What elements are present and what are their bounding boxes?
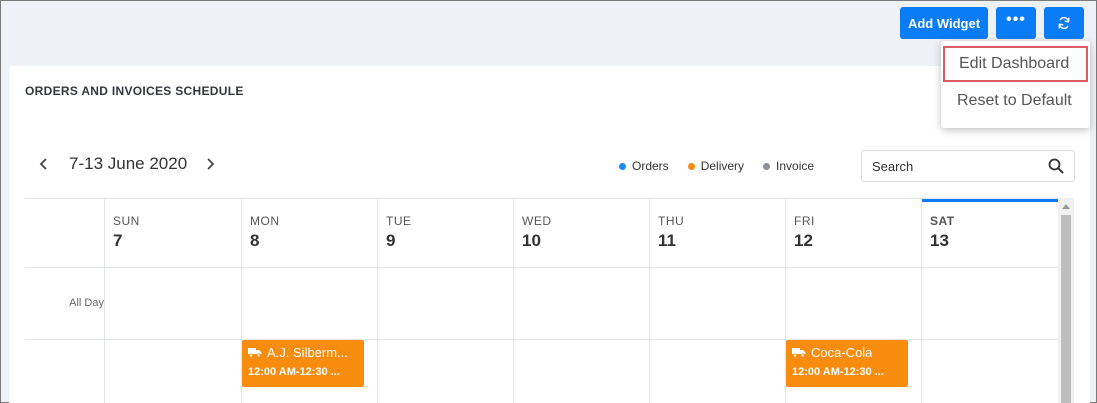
day-name: WED — [522, 214, 552, 228]
invoice-dot — [763, 162, 771, 170]
chevron-left-icon[interactable] — [35, 155, 53, 173]
all-day-label: All Day — [69, 297, 104, 309]
day-name: SUN — [113, 214, 140, 228]
legend-orders: Orders — [619, 159, 669, 173]
more-options-menu: Edit Dashboard Reset to Default — [941, 41, 1090, 128]
grid-line — [377, 340, 378, 403]
vertical-scrollbar[interactable] — [1058, 198, 1074, 403]
all-day-row: All Day — [25, 268, 1058, 340]
grid-line — [785, 268, 786, 339]
date-navigation: 7-13 June 2020 — [35, 154, 219, 174]
event-time: 12:00 AM-12:30 ... — [248, 366, 340, 378]
day-header-row: SUN 7 MON 8 TUE 9 WED 10 THU 11 FRI 12 SAT 13 — [25, 199, 1058, 268]
scroll-up-arrow-icon[interactable] — [1062, 204, 1070, 209]
grid-line — [513, 268, 514, 339]
search-input[interactable] — [862, 151, 1042, 181]
delivery-dot — [687, 162, 695, 170]
day-name: TUE — [386, 214, 412, 228]
grid-line — [241, 268, 242, 339]
day-column-thu[interactable]: THU 11 — [649, 199, 785, 267]
day-number: 7 — [113, 231, 123, 250]
day-number: 10 — [522, 231, 541, 250]
day-name: MON — [250, 214, 280, 228]
day-name: SAT — [930, 214, 955, 228]
day-column-tue[interactable]: TUE 9 — [377, 199, 513, 267]
grid-line — [649, 268, 650, 339]
legend-invoice: Invoice — [763, 159, 814, 173]
day-column-sun[interactable]: SUN 7 — [104, 199, 241, 267]
top-actions: Add Widget ••• — [900, 7, 1084, 39]
legend-label: Orders — [632, 159, 669, 173]
refresh-button[interactable] — [1044, 7, 1084, 39]
menu-item-reset-to-default[interactable]: Reset to Default — [941, 82, 1090, 120]
day-number: 9 — [386, 231, 396, 250]
refresh-icon — [1058, 16, 1070, 30]
event-time: 12:00 AM-12:30 ... — [792, 366, 884, 378]
schedule-widget: ORDERS AND INVOICES SCHEDULE 7-13 June 2… — [9, 66, 1090, 403]
event-title: A.J. Silberm... — [267, 345, 348, 360]
widget-title: ORDERS AND INVOICES SCHEDULE — [25, 84, 244, 98]
day-column-fri[interactable]: FRI 12 — [785, 199, 921, 267]
more-options-button[interactable]: ••• — [996, 7, 1036, 39]
search-icon[interactable] — [1048, 158, 1064, 179]
time-slot-row: A.J. Silberm... 12:00 AM-12:30 ... Coca-… — [25, 340, 1058, 403]
search-box — [861, 150, 1075, 182]
delivery-event[interactable]: Coca-Cola 12:00 AM-12:30 ... — [786, 340, 908, 387]
day-name: THU — [658, 214, 685, 228]
grid-line — [921, 340, 922, 403]
more-icon: ••• — [1006, 11, 1026, 28]
delivery-event[interactable]: A.J. Silberm... 12:00 AM-12:30 ... — [242, 340, 364, 387]
scroll-thumb[interactable] — [1061, 215, 1071, 403]
day-number: 13 — [930, 231, 949, 250]
legend-label: Delivery — [700, 159, 745, 173]
orders-dot — [619, 162, 626, 170]
grid-line — [104, 268, 105, 339]
day-number: 12 — [794, 231, 813, 250]
day-column-wed[interactable]: WED 10 — [513, 199, 649, 267]
menu-item-edit-dashboard[interactable]: Edit Dashboard — [943, 46, 1088, 82]
grid-line — [921, 268, 922, 339]
grid-line — [104, 340, 105, 403]
legend: Orders Delivery Invoice — [619, 159, 814, 173]
day-column-mon[interactable]: MON 8 — [241, 199, 377, 267]
truck-icon — [248, 348, 262, 358]
truck-icon — [792, 348, 806, 358]
day-name: FRI — [794, 214, 815, 228]
event-title: Coca-Cola — [811, 345, 873, 360]
day-column-sat[interactable]: SAT 13 — [921, 199, 1058, 267]
date-range-label: 7-13 June 2020 — [69, 154, 188, 173]
day-number: 11 — [658, 231, 676, 250]
day-number: 8 — [250, 231, 260, 250]
legend-delivery: Delivery — [687, 159, 745, 173]
chevron-right-icon[interactable] — [201, 155, 219, 173]
grid-line — [377, 268, 378, 339]
grid-line — [513, 340, 514, 403]
legend-label: Invoice — [776, 159, 815, 173]
grid-line — [649, 340, 650, 403]
add-widget-button[interactable]: Add Widget — [900, 7, 988, 39]
week-calendar-grid: SUN 7 MON 8 TUE 9 WED 10 THU 11 FRI 12 SAT 13 A… — [25, 198, 1058, 403]
